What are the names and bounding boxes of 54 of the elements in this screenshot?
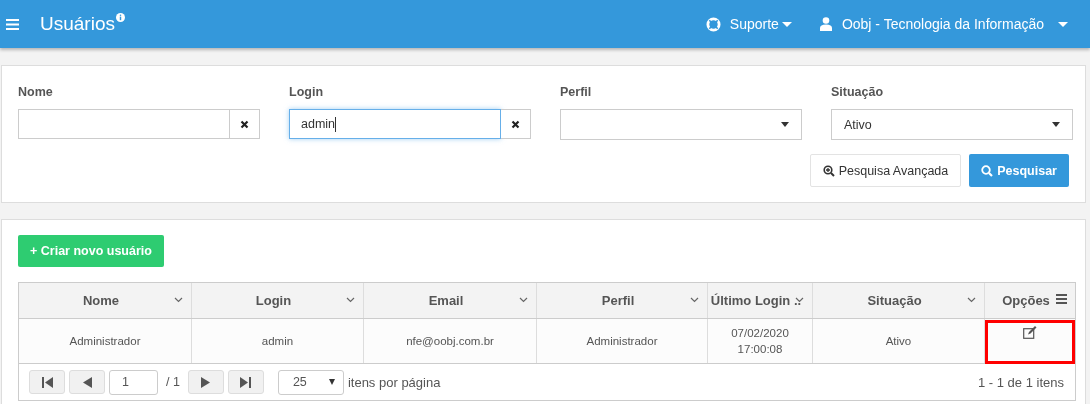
close-icon bbox=[511, 119, 520, 129]
chevron-icon bbox=[519, 297, 528, 303]
previous-icon bbox=[82, 376, 92, 388]
table-cell-text: nfe@oobj.com.br bbox=[406, 334, 494, 349]
column-header[interactable]: Nome bbox=[19, 283, 192, 318]
user-icon bbox=[819, 17, 832, 31]
first-page-button[interactable] bbox=[29, 370, 65, 394]
next-page-button[interactable] bbox=[187, 370, 224, 394]
search-icon bbox=[981, 164, 994, 177]
previous-page-button[interactable] bbox=[69, 370, 105, 394]
close-icon bbox=[240, 119, 249, 129]
menu-icon[interactable] bbox=[1056, 294, 1067, 304]
zoom-in-icon bbox=[822, 164, 835, 177]
column-header[interactable]: Último Login .. bbox=[708, 283, 813, 318]
chevron-icon bbox=[174, 297, 183, 303]
column-header[interactable]: Opções bbox=[985, 283, 1075, 318]
edit-icon[interactable] bbox=[1023, 326, 1037, 339]
text-field[interactable]: admin bbox=[289, 109, 501, 139]
table-cell-text: Administrador bbox=[69, 334, 141, 349]
menu-icon[interactable] bbox=[6, 18, 19, 30]
field-label: Login bbox=[289, 85, 324, 101]
page-size-dropdown[interactable]: 25 bbox=[277, 369, 344, 395]
dropdown-field[interactable] bbox=[560, 109, 802, 140]
chevron-icon bbox=[690, 297, 699, 303]
dropdown-field[interactable]: Ativo bbox=[831, 109, 1073, 140]
field-label: Perfil bbox=[560, 85, 593, 101]
clear-button[interactable] bbox=[501, 109, 531, 139]
last-page-icon bbox=[240, 376, 252, 388]
table-cell-text: admin bbox=[261, 334, 294, 349]
page-size-label: itens por página bbox=[347, 374, 441, 390]
table-cell-text: 07/02/2020 17:00:08 bbox=[731, 326, 789, 357]
page-count: / 1 bbox=[166, 375, 180, 389]
next-icon bbox=[201, 376, 211, 388]
table-cell-text: Administrador bbox=[586, 334, 658, 349]
advanced-search-button[interactable]: Pesquisa Avançada bbox=[809, 154, 962, 187]
column-header[interactable]: Perfil bbox=[537, 283, 708, 318]
chevron-icon bbox=[346, 297, 355, 303]
page-number-field[interactable]: 1 bbox=[109, 369, 158, 395]
chevron-icon bbox=[795, 297, 804, 303]
field-label: Nome bbox=[18, 85, 54, 101]
page-title: Usuários bbox=[40, 13, 115, 35]
last-page-button[interactable] bbox=[227, 370, 264, 394]
column-header[interactable]: Login bbox=[192, 283, 364, 318]
table-cell-text: Ativo bbox=[885, 334, 912, 349]
field-label: Situação bbox=[831, 85, 885, 101]
text-field[interactable] bbox=[18, 109, 230, 139]
column-header[interactable]: Situação bbox=[813, 283, 985, 318]
first-page-icon bbox=[41, 376, 53, 388]
info-icon[interactable] bbox=[116, 13, 125, 22]
chevron-icon bbox=[967, 297, 976, 303]
column-header[interactable]: Email bbox=[364, 283, 537, 318]
lifebuoy-icon bbox=[705, 16, 721, 32]
clear-button[interactable] bbox=[230, 109, 260, 139]
items-summary: 1 - 1 de 1 itens bbox=[978, 374, 1065, 390]
